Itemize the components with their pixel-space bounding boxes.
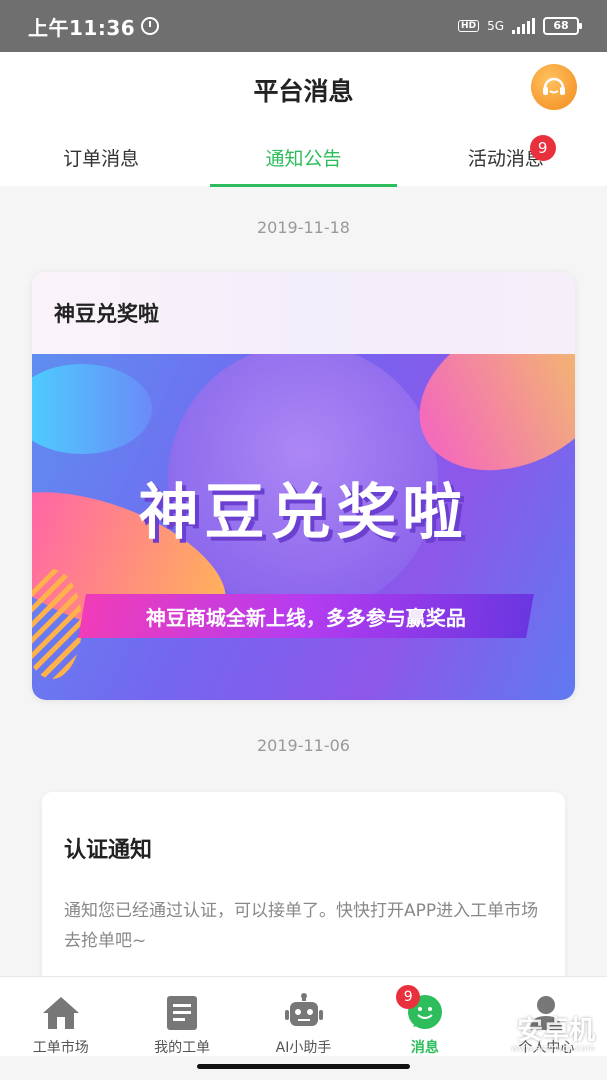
status-indicators: HD 5G 68: [458, 17, 582, 35]
signal-icon: [512, 18, 535, 34]
header: 平台消息 订单消息 通知公告 活动消息 9: [0, 52, 607, 187]
tab-activity-messages[interactable]: 活动消息 9: [405, 135, 607, 186]
nav-label: 消息: [410, 1040, 439, 1056]
message-feed[interactable]: 2019-11-18 神豆兑奖啦 神豆兑奖啦 神豆商城全新上线，多多参与赢奖品 …: [0, 186, 607, 976]
robot-icon: [284, 993, 324, 1033]
date-label: 2019-11-18: [257, 218, 350, 237]
alarm-icon: [141, 17, 160, 35]
home-icon: [41, 993, 81, 1033]
banner-subtitle: 神豆商城全新上线，多多参与赢奖品: [146, 605, 466, 630]
tab-label: 通知公告: [265, 148, 342, 170]
tab-bar: 订单消息 通知公告 活动消息 9: [0, 135, 607, 187]
banner-decoration: [32, 364, 152, 454]
nav-label: 工单市场: [32, 1040, 89, 1056]
unread-badge: 9: [529, 135, 556, 161]
nav-label: AI小助手: [275, 1040, 332, 1056]
document-icon: [162, 993, 202, 1033]
promo-banner[interactable]: 神豆兑奖啦 神豆商城全新上线，多多参与赢奖品: [32, 354, 575, 700]
banner-subtitle-strip: 神豆商城全新上线，多多参与赢奖品: [78, 594, 534, 638]
status-bar: 上午11:36 HD 5G 68: [0, 0, 607, 52]
tab-label: 订单消息: [63, 148, 140, 170]
watermark: 安卓机 www.anzhuoji.com: [474, 1010, 595, 1054]
watermark-logo-icon: [474, 1010, 511, 1047]
tab-order-messages[interactable]: 订单消息: [0, 144, 202, 186]
customer-service-button[interactable]: [531, 64, 577, 110]
battery-icon: 68: [543, 17, 582, 35]
banner-headline: 神豆兑奖啦: [138, 478, 469, 548]
announcement-card[interactable]: 神豆兑奖啦 神豆兑奖啦 神豆商城全新上线，多多参与赢奖品: [32, 272, 575, 700]
card-title: 认证通知: [64, 838, 153, 863]
tab-announcements[interactable]: 通知公告: [202, 144, 404, 187]
network-label: 5G: [487, 19, 504, 33]
nav-item-messages[interactable]: 9 消息: [364, 977, 485, 1056]
card-body: 通知您已经通过认证，可以接单了。快快打开APP进入工单市场去抢单吧~: [64, 901, 539, 951]
nav-label: 我的工单: [154, 1040, 211, 1056]
card-title: 神豆兑奖啦: [54, 302, 159, 326]
nav-item-ai-assistant[interactable]: AI小助手: [243, 977, 364, 1056]
hd-icon: HD: [458, 20, 480, 32]
notification-card[interactable]: 认证通知 通知您已经通过认证，可以接单了。快快打开APP进入工单市场去抢单吧~: [42, 792, 565, 976]
date-label: 2019-11-06: [257, 736, 350, 755]
watermark-url: www.anzhuoji.com: [510, 1044, 595, 1054]
page-title: 平台消息: [253, 77, 354, 106]
nav-item-market[interactable]: 工单市场: [0, 977, 121, 1056]
status-time: 上午11:36: [28, 15, 136, 40]
home-indicator[interactable]: [197, 1064, 410, 1069]
nav-item-my-orders[interactable]: 我的工单: [121, 977, 242, 1056]
watermark-text: 安卓机: [516, 1016, 595, 1046]
headset-icon: [543, 77, 565, 95]
